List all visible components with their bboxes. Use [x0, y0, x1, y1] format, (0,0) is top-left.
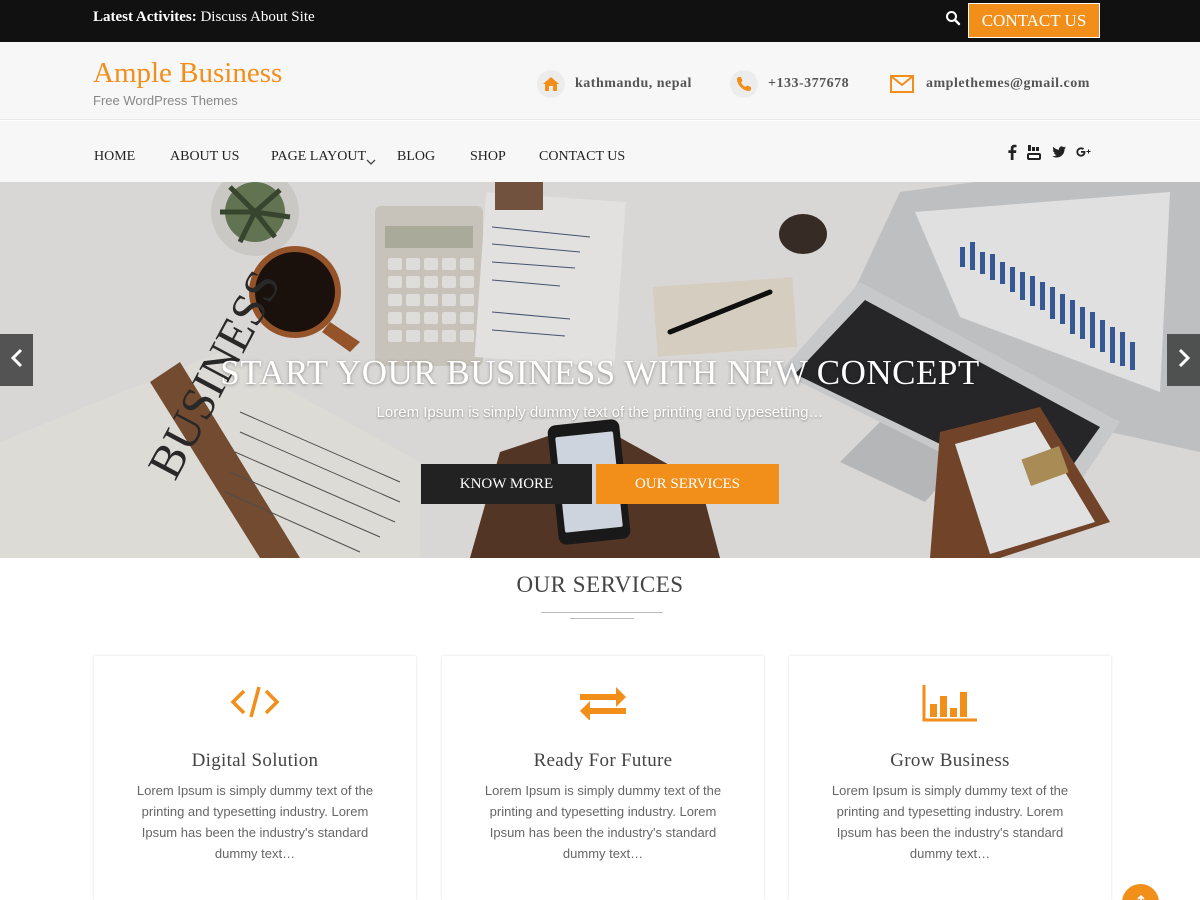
hero-title: START YOUR BUSINESS WITH NEW CONCEPT [220, 353, 980, 392]
nav-item-shop[interactable]: SHOP [470, 149, 506, 165]
nav-item-page-layout[interactable]: PAGE LAYOUT [271, 149, 366, 165]
bar-chart-icon [922, 684, 978, 727]
heading-divider [541, 612, 663, 613]
top-contact-button[interactable]: CONTACT US [968, 3, 1100, 38]
site-tagline: Free WordPress Themes [93, 93, 238, 108]
service-title: Ready For Future [533, 750, 673, 771]
nav-item-about-us[interactable]: ABOUT US [170, 149, 239, 165]
service-title: Grow Business [890, 750, 1010, 771]
nav-item-home[interactable]: HOME [94, 149, 135, 165]
twitter-icon[interactable] [1050, 143, 1068, 161]
service-description: Lorem Ipsum is simply dummy text of the … [484, 783, 722, 861]
nav-item-blog[interactable]: BLOG [397, 149, 435, 165]
search-icon[interactable] [945, 10, 961, 26]
latest-activities-link[interactable]: Discuss About Site [200, 9, 314, 25]
service-description: Lorem Ipsum is simply dummy text of the … [831, 783, 1069, 861]
phone-icon [730, 70, 758, 98]
code-icon [230, 684, 280, 725]
phone-info: +133-377678 [730, 70, 849, 98]
slider-prev-button[interactable] [0, 334, 33, 386]
know-more-button[interactable]: KNOW MORE [421, 464, 592, 504]
services-heading: OUR SERVICES [516, 572, 684, 597]
envelope-icon [888, 70, 916, 98]
email-text[interactable]: amplethemes@gmail.com [926, 76, 1090, 92]
top-bar: Latest Activites: Discuss About Site CON… [0, 0, 1200, 42]
latest-activities-label: Latest Activites: [93, 9, 197, 25]
service-title: Digital Solution [191, 750, 319, 771]
back-to-top-button[interactable] [1122, 884, 1159, 900]
google-plus-icon[interactable] [1075, 143, 1093, 161]
hero-slider: BUSINESS START YOUR BUSINESS WITH NEW CO… [0, 182, 1200, 558]
facebook-icon[interactable] [1003, 143, 1021, 161]
youtube-icon[interactable] [1025, 143, 1043, 161]
site-title[interactable]: Ample Business [93, 57, 282, 90]
location-info: kathmandu, nepal [537, 70, 692, 98]
home-icon [537, 70, 565, 98]
service-card-ready-for-future: Ready For Future Lorem Ipsum is simply d… [442, 656, 764, 900]
chevron-down-icon [366, 153, 376, 171]
heading-divider-short [570, 618, 634, 619]
phone-text: +133-377678 [768, 76, 850, 91]
service-description: Lorem Ipsum is simply dummy text of the … [136, 783, 374, 861]
slider-next-button[interactable] [1167, 334, 1200, 386]
latest-activities: Latest Activites: Discuss About Site [93, 9, 315, 26]
hero-subtitle: Lorem Ipsum is simply dummy text of the … [376, 404, 824, 421]
service-card-grow-business: Grow Business Lorem Ipsum is simply dumm… [789, 656, 1111, 900]
email-info: amplethemes@gmail.com [888, 70, 1090, 98]
exchange-icon [578, 684, 628, 725]
chevron-right-icon [1177, 348, 1191, 373]
site-header: Ample Business Free WordPress Themes kat… [0, 42, 1200, 120]
location-text: kathmandu, nepal [575, 76, 692, 91]
service-card-digital-solution: Digital Solution Lorem Ipsum is simply d… [94, 656, 416, 900]
our-services-button[interactable]: OUR SERVICES [596, 464, 779, 504]
arrow-up-icon [1136, 892, 1146, 900]
nav-item-contact-us[interactable]: CONTACT US [539, 149, 625, 165]
chevron-left-icon [10, 348, 24, 373]
